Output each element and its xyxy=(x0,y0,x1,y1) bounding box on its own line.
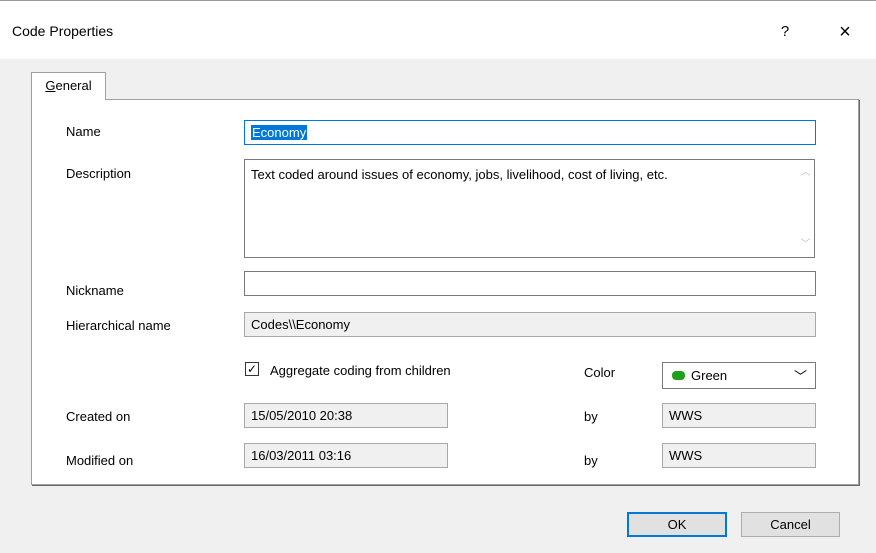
name-value: Economy xyxy=(251,125,308,140)
cancel-button[interactable]: Cancel xyxy=(741,512,840,537)
modified-by-field: WWS xyxy=(662,443,816,468)
description-textarea[interactable]: Text coded around issues of economy, job… xyxy=(244,159,815,258)
description-scrollbar[interactable]: ︿ ﹀ xyxy=(797,160,814,257)
window-title: Code Properties xyxy=(12,23,114,39)
chevron-up-icon[interactable]: ︿ xyxy=(797,164,814,181)
tab-general-label: eneral xyxy=(55,78,92,93)
aggregate-label[interactable]: Aggregate coding from children xyxy=(270,363,451,378)
color-swatch xyxy=(672,371,685,380)
modified-by-label: by xyxy=(584,453,598,468)
modified-on-field: 16/03/2011 03:16 xyxy=(244,443,448,468)
description-value: Text coded around issues of economy, job… xyxy=(251,167,668,182)
tab-general-mnemonic: G xyxy=(45,78,56,93)
title-bar: Code Properties ? × xyxy=(0,1,876,59)
hierarchical-name-field: Codes\\Economy xyxy=(244,312,816,337)
hierarchical-name-label: Hierarchical name xyxy=(66,318,171,333)
nickname-input[interactable] xyxy=(244,271,816,296)
aggregate-checkbox[interactable]: ✓ xyxy=(245,362,259,376)
description-label: Description xyxy=(66,166,132,181)
chevron-down-icon[interactable]: ﹀ xyxy=(797,236,814,253)
chevron-down-icon: ﹀ xyxy=(793,369,807,384)
created-by-field: WWS xyxy=(662,403,816,428)
color-label: Color xyxy=(584,365,616,380)
help-button[interactable]: ? xyxy=(770,17,800,47)
name-label: Name xyxy=(66,124,101,139)
created-on-label: Created on xyxy=(66,409,131,424)
created-on-field: 15/05/2010 20:38 xyxy=(244,403,448,428)
color-value: Green xyxy=(691,368,728,383)
nickname-label: Nickname xyxy=(66,283,124,298)
color-dropdown[interactable]: Green ﹀ xyxy=(662,362,816,389)
name-input[interactable]: Economy xyxy=(244,120,816,145)
tab-general[interactable]: General xyxy=(31,72,106,100)
modified-on-label: Modified on xyxy=(66,453,134,468)
close-button[interactable]: × xyxy=(830,17,860,47)
ok-button[interactable]: OK xyxy=(627,512,727,537)
created-by-label: by xyxy=(584,409,598,424)
